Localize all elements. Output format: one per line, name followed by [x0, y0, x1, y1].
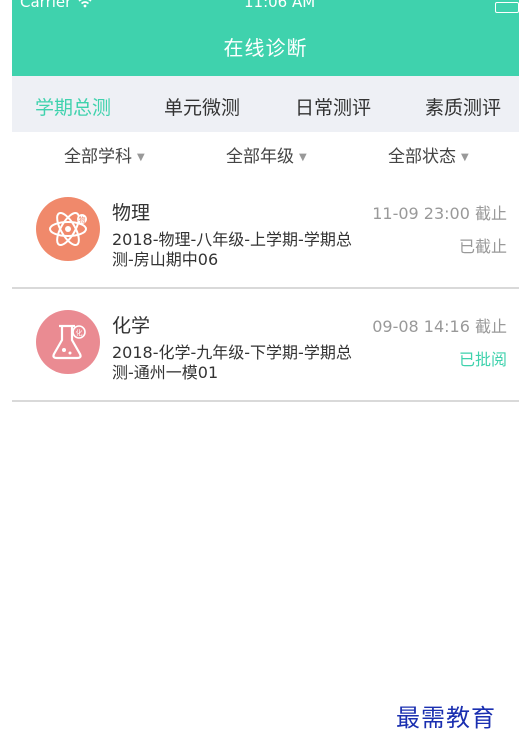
exam-card-physics[interactable]: 物 物理 11-09 23:00 截止 2018-物理-八年级-上学期-学期总 …: [12, 176, 519, 289]
grade-filter[interactable]: 全部年级 ▼: [226, 142, 307, 167]
status-filter-label: 全部状态: [388, 147, 456, 167]
exam-card-chemistry[interactable]: 化 化学 09-08 14:16 截止 2018-化学-九年级-下学期-学期总 …: [12, 289, 519, 402]
grade-filter-label: 全部年级: [226, 147, 294, 167]
exam-deadline: 09-08 14:16 截止: [372, 317, 507, 336]
exam-title-line2: 测-通州一模01: [112, 363, 219, 382]
wifi-icon: [78, 0, 92, 8]
clock-label: 11:06 AM: [244, 0, 316, 11]
flask-icon: 化: [36, 310, 100, 374]
exam-deadline: 11-09 23:00 截止: [372, 204, 507, 223]
exam-title: 2018-物理-八年级-上学期-学期总 测-房山期中06: [112, 230, 392, 270]
exam-title-line2: 测-房山期中06: [112, 250, 219, 269]
exam-title-line1: 2018-物理-八年级-上学期-学期总: [112, 230, 352, 249]
atom-icon: 物: [36, 197, 100, 261]
exam-subject: 化学: [112, 315, 151, 337]
exam-status: 已截止: [458, 237, 507, 256]
exam-title-line1: 2018-化学-九年级-下学期-学期总: [112, 343, 352, 362]
caret-down-icon: ▼: [461, 152, 469, 163]
subject-filter[interactable]: 全部学科 ▼: [64, 142, 145, 167]
watermark-text: 最需教育: [396, 704, 496, 732]
caret-down-icon: ▼: [299, 152, 307, 163]
tab-term-test[interactable]: 学期总测: [35, 93, 111, 120]
caret-down-icon: ▼: [137, 152, 145, 163]
tab-bar: 学期总测 单元微测 日常测评 素质测评: [12, 76, 519, 132]
app-screen: Carrier 11:06 AM 在线诊断 学期总测 单元微测 日常测评 素质测…: [12, 0, 519, 745]
exam-status: 已批阅: [458, 350, 507, 369]
battery-icon: [495, 2, 519, 13]
exam-subject: 物理: [112, 202, 151, 224]
svg-text:化: 化: [76, 328, 83, 337]
tab-unit-test[interactable]: 单元微测: [164, 93, 240, 120]
svg-text:物: 物: [79, 215, 86, 224]
exam-title: 2018-化学-九年级-下学期-学期总 测-通州一模01: [112, 343, 392, 383]
subject-filter-label: 全部学科: [64, 147, 132, 167]
carrier-label: Carrier: [20, 0, 72, 11]
status-filter[interactable]: 全部状态 ▼: [388, 142, 469, 167]
nav-bar: Carrier 11:06 AM 在线诊断: [12, 0, 519, 76]
page-title: 在线诊断: [223, 36, 308, 60]
tab-daily-test[interactable]: 日常测评: [295, 93, 371, 120]
filter-bar: 全部学科 ▼ 全部年级 ▼ 全部状态 ▼: [12, 132, 519, 176]
tab-quality-test[interactable]: 素质测评: [425, 93, 501, 120]
status-bar: Carrier 11:06 AM: [12, 0, 519, 18]
